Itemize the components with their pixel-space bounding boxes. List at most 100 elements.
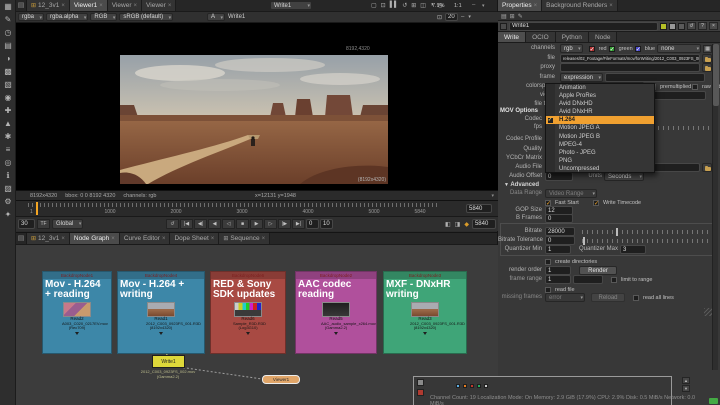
extra-swatch-icon[interactable]: [678, 23, 685, 30]
mov-options-header[interactable]: MOV Options: [500, 108, 538, 114]
backdrop-red-sony-sdk[interactable]: BackdropNode6 RED & Sony SDK updates Rea…: [210, 271, 286, 354]
postage-swatch-icon[interactable]: [669, 23, 676, 30]
particles-tool-icon[interactable]: ✱: [0, 130, 16, 143]
units-dropdown[interactable]: Seconds: [604, 172, 644, 181]
manage-panels-icon[interactable]: ⊞: [510, 13, 515, 20]
write-timecode-checkbox[interactable]: [593, 200, 599, 206]
tab-12-3v1-bottom[interactable]: ⊞ 12_3v1 ×: [27, 233, 70, 244]
views-tool-icon[interactable]: ◎: [0, 156, 16, 169]
tab-ocio[interactable]: OCIO: [526, 32, 556, 42]
zoom-level[interactable]: 7.9%: [432, 3, 445, 9]
3d-tool-icon[interactable]: ▲: [0, 117, 16, 130]
tab-12-3v1[interactable]: ⊞ 12_3v1 ×: [27, 0, 70, 11]
menu-item-animation[interactable]: Animation: [546, 84, 654, 92]
display-channels-dropdown[interactable]: RGB: [90, 13, 117, 21]
menu-item-apple-prores[interactable]: Apple ProRes: [546, 92, 654, 100]
read-node-thumbnail[interactable]: [63, 302, 91, 317]
read-file-checkbox[interactable]: [545, 287, 551, 293]
color-tool-icon[interactable]: ◑: [0, 52, 16, 65]
write1-node[interactable]: Write1: [152, 355, 185, 368]
filter-tool-icon[interactable]: ▩: [0, 65, 16, 78]
guides-icon[interactable]: ⊞: [410, 2, 417, 9]
close-tab-icon[interactable]: ×: [162, 236, 166, 242]
channels-layer-dropdown[interactable]: rgb: [560, 44, 583, 53]
tab-node[interactable]: Node: [589, 32, 618, 42]
render-button[interactable]: Render: [579, 266, 617, 275]
menu-item-avid-dnxhd[interactable]: Avid DNxHD: [546, 100, 654, 108]
quantizer-min-field[interactable]: 1: [545, 245, 571, 254]
tab-dope-sheet[interactable]: Dope Sheet ×: [170, 233, 219, 244]
close-tab-icon[interactable]: ×: [211, 236, 215, 242]
toolsets-tool-icon[interactable]: ▨: [0, 182, 16, 195]
close-panel-button[interactable]: ×: [709, 22, 718, 30]
read-node[interactable]: Read5 AAC_audio_sample_x264.mov (Gamma2.…: [321, 302, 351, 335]
tab-python[interactable]: Python: [556, 32, 589, 42]
play-backward-button[interactable]: ◁: [222, 219, 235, 229]
create-directories-checkbox[interactable]: [545, 259, 551, 265]
panel-resize-grip[interactable]: [704, 308, 712, 316]
backdrop-mov-h264-writing[interactable]: BackdropNode4 Mov - H.264 + writing Read…: [117, 271, 205, 354]
minimize-icon[interactable]: –: [472, 2, 475, 8]
limit-to-range-checkbox[interactable]: [611, 277, 617, 283]
range-end-field[interactable]: 5840: [472, 219, 496, 229]
frame-range-end-field[interactable]: [573, 275, 603, 284]
downrez-icon[interactable]: ⊡: [436, 14, 443, 21]
range-mode-dropdown[interactable]: Global: [52, 219, 83, 229]
window-stop-button[interactable]: [417, 389, 424, 396]
properties-scrollbar[interactable]: [712, 44, 718, 370]
read-node[interactable]: Read3 2012_C003_0923FS_001.R3D (8192x432…: [410, 302, 440, 335]
roi-icon[interactable]: ▢: [370, 2, 378, 9]
frame-range-start-field[interactable]: 1: [545, 275, 571, 284]
bitrate-field[interactable]: 28000: [545, 227, 575, 236]
advanced-header[interactable]: ▼ Advanced: [504, 182, 539, 188]
pause-icon[interactable]: ▌▌: [389, 2, 400, 9]
tab-viewer1[interactable]: Viewer1 ×: [70, 0, 108, 11]
tab-write[interactable]: Write: [498, 32, 526, 42]
blue-channel-checkbox[interactable]: [635, 46, 641, 52]
viewer-node-dropdown[interactable]: Write1: [270, 1, 312, 10]
backdrop-header[interactable]: BackdropNode4: [118, 272, 204, 279]
other-tool-icon[interactable]: ⚙: [0, 195, 16, 208]
read-node[interactable]: Read1 2012_C003_0923FS_001.R3D (8192x432…: [146, 302, 176, 335]
tab-background-renders[interactable]: Background Renders ×: [542, 0, 618, 11]
layer-dropdown[interactable]: rgba: [18, 13, 44, 21]
backdrop-aac-codec[interactable]: BackdropNode2 AAC codec reading Read5 AA…: [295, 271, 377, 354]
wipe-icon[interactable]: ◫: [419, 2, 427, 9]
read-node-thumbnail[interactable]: [147, 302, 175, 317]
bitrate-tolerance-slider[interactable]: [582, 239, 710, 243]
lock-panels-icon[interactable]: ▤: [501, 13, 507, 20]
backdrop-header[interactable]: BackdropNode1: [43, 272, 111, 279]
fast-start-checkbox[interactable]: [545, 200, 551, 206]
close-tab-icon[interactable]: ×: [61, 3, 65, 9]
menu-item-h264[interactable]: ✓ H.264: [546, 116, 654, 124]
menu-item-png[interactable]: PNG: [546, 157, 654, 165]
timeline-end-field[interactable]: 5840: [466, 204, 492, 213]
deep-tool-icon[interactable]: ≡: [0, 143, 16, 156]
read-node-thumbnail[interactable]: [322, 302, 350, 317]
viewer-minus-icon[interactable]: –: [460, 14, 465, 20]
scroll-up-button[interactable]: ▲: [682, 377, 690, 384]
prev-frame-button[interactable]: ◀: [208, 219, 221, 229]
node-name-field[interactable]: Write1: [509, 22, 658, 31]
backdrop-header[interactable]: BackdropNode3: [384, 272, 466, 279]
alpha-dropdown[interactable]: rgba.alpha: [46, 13, 88, 21]
frame-mode-dropdown[interactable]: expression: [560, 73, 603, 82]
tab-viewer-3[interactable]: Viewer ×: [142, 0, 176, 11]
read-node[interactable]: Read6 Sample_R3D.R3D (Log3G10): [233, 302, 263, 335]
close-tab-icon[interactable]: ×: [168, 3, 172, 9]
read-node-thumbnail[interactable]: [234, 302, 262, 317]
quantizer-max-field[interactable]: 3: [620, 245, 646, 254]
mask-channel-dropdown[interactable]: none: [657, 44, 701, 53]
refresh-icon[interactable]: ↺: [401, 2, 408, 9]
viewer-caret-icon[interactable]: ▾: [467, 14, 472, 20]
next-keyframe-button[interactable]: |▶: [278, 219, 291, 229]
file-browse-folder-icon[interactable]: [702, 54, 712, 63]
go-end-button[interactable]: ▶|: [292, 219, 305, 229]
tab-properties[interactable]: Properties ×: [498, 0, 542, 11]
node-color-swatch[interactable]: [500, 23, 507, 30]
info-caret-icon[interactable]: ▾: [491, 193, 494, 199]
merge-tool-icon[interactable]: ◉: [0, 91, 16, 104]
pane-caret-icon[interactable]: ▾: [482, 3, 485, 9]
playhead[interactable]: [36, 202, 38, 215]
proxy-path-field[interactable]: [560, 63, 700, 72]
